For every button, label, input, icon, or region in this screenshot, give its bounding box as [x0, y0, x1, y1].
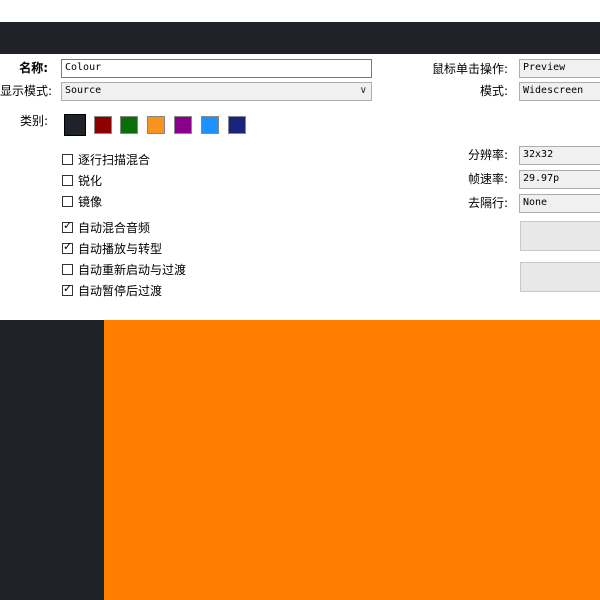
deinterlace-label: 去隔行:	[467, 196, 508, 210]
display-mode-value: Source	[65, 85, 102, 96]
swatch-4[interactable]	[173, 115, 193, 135]
checkbox-auto-play-transition[interactable]: ✓ 自动播放与转型	[62, 239, 162, 257]
colour-preview[interactable]	[104, 320, 600, 600]
checkbox-label: 自动暂停后过渡	[78, 283, 163, 298]
checkbox-sharpen[interactable]: 锐化	[62, 171, 102, 189]
checkbox-box[interactable]	[62, 153, 73, 165]
checkbox-box[interactable]	[62, 263, 73, 275]
swatch-6[interactable]	[227, 115, 247, 135]
checkbox-label: 镜像	[78, 194, 103, 209]
checkbox-label: 自动播放与转型	[78, 241, 163, 256]
checkbox-mirror[interactable]: 镜像	[62, 192, 102, 210]
name-input[interactable]: Colour	[61, 59, 372, 78]
checkbox-auto-pause-transition[interactable]: ✓ 自动暂停后过渡	[62, 281, 162, 299]
display-mode-select[interactable]: Source ∨	[61, 82, 372, 101]
action-button-1[interactable]	[520, 221, 600, 251]
mode-label: 模式:	[479, 84, 508, 98]
checkbox-box[interactable]	[62, 195, 73, 207]
swatch-2[interactable]	[119, 115, 139, 135]
checkbox-label: 自动混合音频	[78, 220, 151, 235]
category-label: 类别:	[19, 114, 48, 128]
chevron-down-icon: ∨	[359, 85, 367, 96]
swatch-3[interactable]	[146, 115, 166, 135]
action-button-2[interactable]	[520, 262, 600, 292]
mode-select[interactable]: Widescreen	[519, 82, 600, 101]
checkbox-label: 锐化	[78, 173, 103, 188]
resolution-field[interactable]: 32x32	[519, 146, 600, 165]
checkbox-box[interactable]: ✓	[62, 218, 73, 233]
swatch-5[interactable]	[200, 115, 220, 135]
name-label: 名称:	[19, 61, 48, 75]
checkbox-label: 逐行扫描混合	[78, 152, 151, 167]
checkbox-auto-mix-audio[interactable]: ✓ 自动混合音频	[62, 218, 150, 236]
checkbox-auto-restart-transition[interactable]: 自动重新启动与过渡	[62, 260, 186, 278]
checkbox-box[interactable]: ✓	[62, 239, 73, 254]
title-bar	[0, 22, 600, 54]
check-icon: ✓	[63, 218, 73, 232]
top-strip	[0, 0, 600, 22]
checkbox-progressive-blend[interactable]: 逐行扫描混合	[62, 150, 150, 168]
checkbox-box[interactable]: ✓	[62, 281, 73, 296]
display-mode-label: 显示模式:	[0, 84, 53, 98]
swatch-0[interactable]	[64, 114, 86, 136]
mouse-click-label: 鼠标单击操作:	[431, 62, 508, 76]
resolution-label: 分辨率:	[467, 148, 508, 162]
checkbox-label: 自动重新启动与过渡	[78, 262, 187, 277]
mouse-click-select[interactable]: Preview	[519, 59, 600, 78]
check-icon: ✓	[63, 281, 73, 295]
deinterlace-field[interactable]: None	[519, 194, 600, 213]
framerate-label: 帧速率:	[467, 172, 508, 186]
checkbox-box[interactable]	[62, 174, 73, 186]
check-icon: ✓	[63, 239, 73, 253]
framerate-field[interactable]: 29.97p	[519, 170, 600, 189]
swatch-1[interactable]	[93, 115, 113, 135]
